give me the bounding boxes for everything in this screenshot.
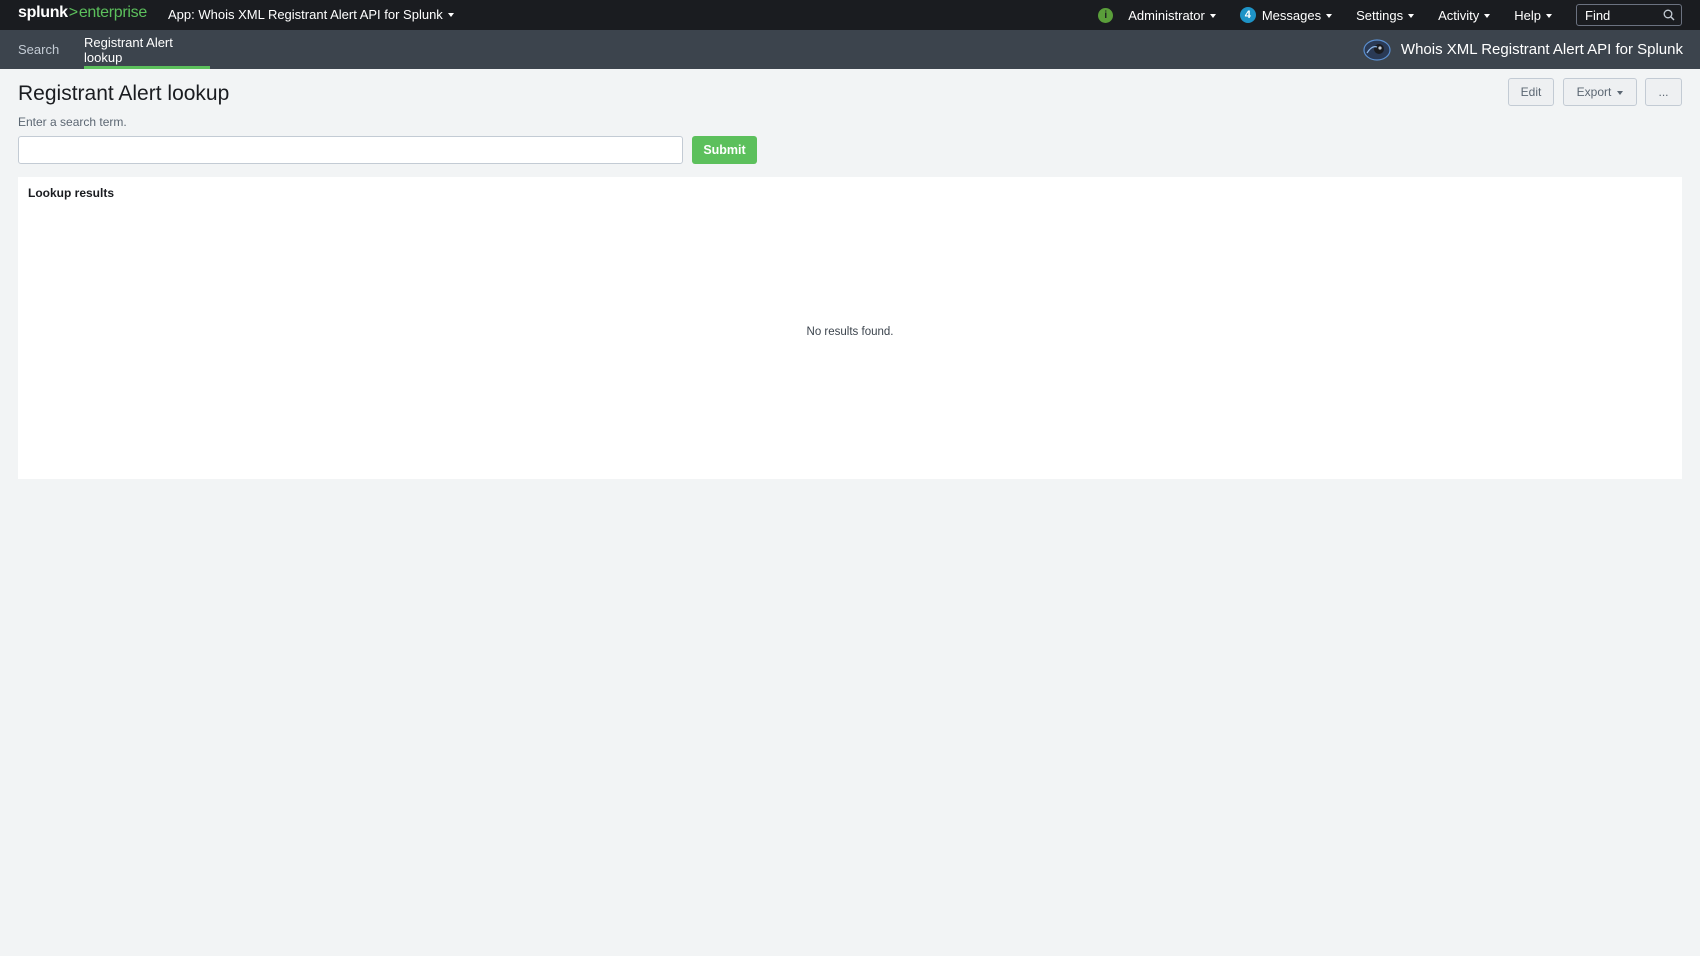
help-menu-label: Help <box>1514 7 1541 23</box>
submit-button[interactable]: Submit <box>692 136 757 164</box>
submit-button-label: Submit <box>703 143 746 157</box>
more-actions-button[interactable]: ... <box>1645 78 1682 106</box>
panel-title: Lookup results <box>28 186 115 200</box>
logo-main-text: splunk <box>18 4 68 21</box>
page-title: Registrant Alert lookup <box>18 82 230 105</box>
settings-menu[interactable]: Settings <box>1356 7 1415 23</box>
top-navigation-bar: splunk > enterprise App: Whois XML Registr… <box>0 0 1700 30</box>
chevron-down-icon <box>1617 90 1624 95</box>
search-input-label: Enter a search term. <box>18 115 127 129</box>
splunk-logo[interactable]: splunk > enterprise <box>18 4 147 22</box>
lookup-results-panel: Lookup results No results found. <box>18 177 1682 479</box>
messages-menu-label: Messages <box>1261 7 1322 23</box>
chevron-down-icon <box>1408 13 1415 18</box>
export-button-label: Export <box>1576 85 1612 99</box>
edit-button[interactable]: Edit <box>1508 78 1554 106</box>
app-menu[interactable]: App: Whois XML Registrant Alert API for … <box>168 7 454 22</box>
find-box <box>1576 4 1682 26</box>
chevron-down-icon <box>1326 13 1333 18</box>
app-title: Whois XML Registrant Alert API for Splun… <box>1363 30 1683 69</box>
logo-product-text: enterprise <box>78 4 147 21</box>
chevron-down-icon <box>1546 13 1552 18</box>
health-status-icon[interactable]: i <box>1098 7 1114 23</box>
tab-search[interactable]: Search <box>18 30 59 69</box>
activity-menu-label: Activity <box>1438 7 1480 23</box>
chevron-down-icon <box>1484 13 1491 18</box>
logo-separator: > <box>68 4 78 21</box>
system-menus: i Administrator 4 Messages Settings Acti… <box>1098 0 1700 30</box>
tab-registrant-alert-lookup[interactable]: Registrant Alert lookup <box>84 30 210 69</box>
search-term-input[interactable] <box>18 136 683 164</box>
messages-menu[interactable]: 4 Messages <box>1239 7 1333 23</box>
search-icon[interactable] <box>1663 9 1675 21</box>
activity-menu[interactable]: Activity <box>1438 7 1491 23</box>
more-actions-label: ... <box>1658 85 1669 99</box>
find-input[interactable] <box>1585 7 1661 23</box>
chevron-down-icon <box>447 13 454 17</box>
export-button[interactable]: Export <box>1563 78 1637 106</box>
user-menu-label: Administrator <box>1128 7 1205 23</box>
user-menu[interactable]: i Administrator <box>1098 7 1216 23</box>
app-navigation-bar: Search Registrant Alert lookup Whois XML… <box>0 30 1700 69</box>
chevron-down-icon <box>1209 13 1216 18</box>
app-title-text: Whois XML Registrant Alert API for Splun… <box>1400 41 1683 58</box>
messages-count-badge: 4 <box>1239 7 1256 23</box>
settings-menu-label: Settings <box>1356 7 1404 23</box>
help-menu[interactable]: Help <box>1514 8 1552 23</box>
app-menu-label: App: Whois XML Registrant Alert API for … <box>168 7 443 22</box>
edit-button-label: Edit <box>1520 85 1542 99</box>
app-logo-icon <box>1363 38 1391 61</box>
empty-results-message: No results found. <box>806 326 894 338</box>
